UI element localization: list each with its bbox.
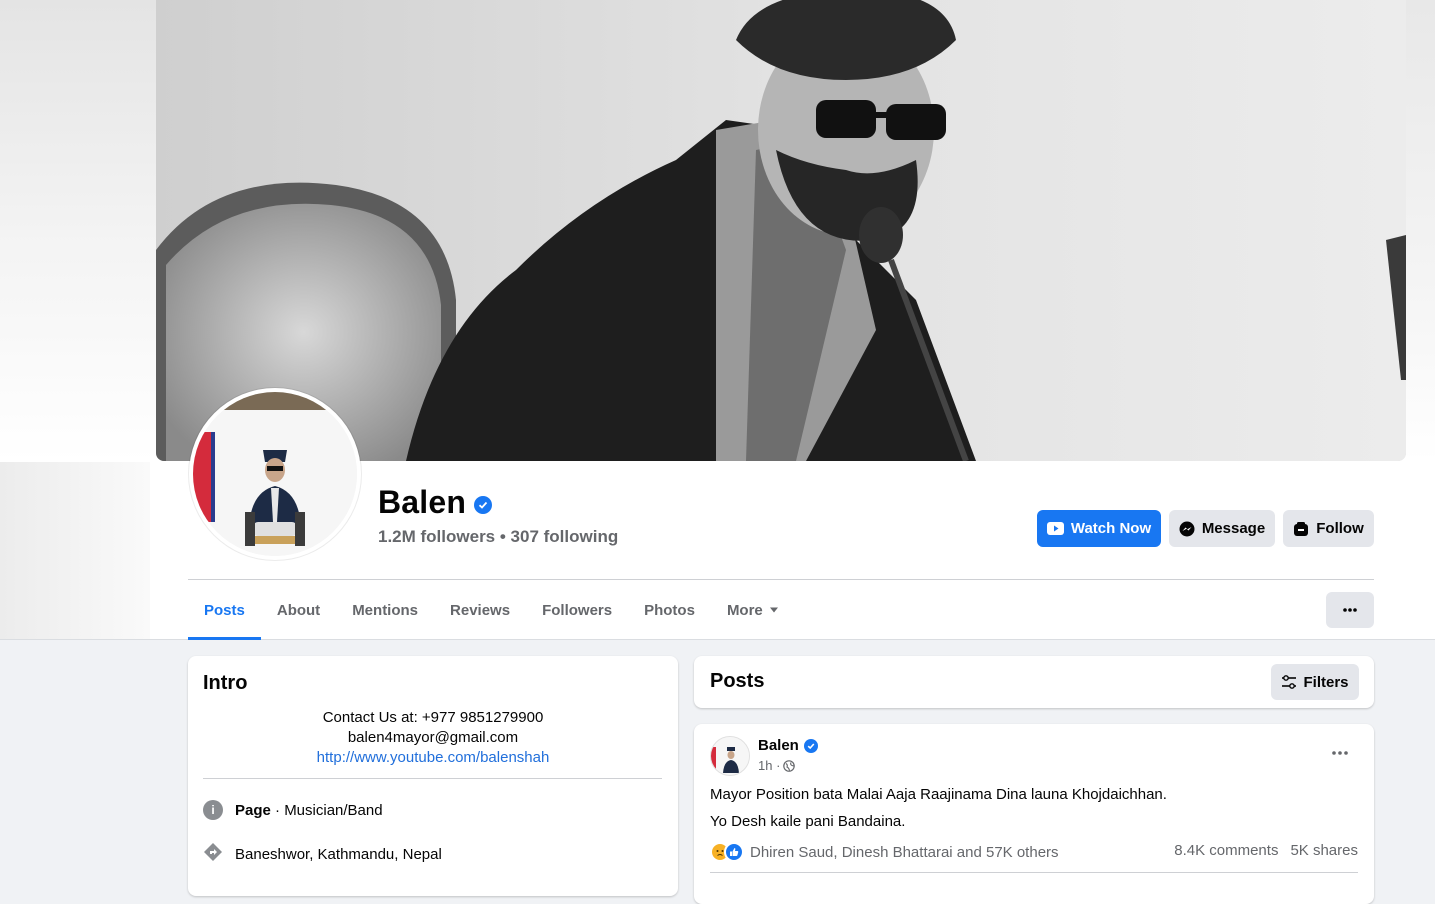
filters-icon [1282,675,1297,689]
posts-title: Posts [710,670,765,692]
shares-count[interactable]: 5K shares [1290,842,1358,859]
follow-button[interactable]: Follow [1283,510,1374,547]
intro-title: Intro [203,672,248,694]
intro-contact: Contact Us at: +977 9851279900 [322,709,544,726]
tab-posts[interactable]: Posts [188,580,261,640]
reaction-icons [710,842,744,862]
intro-divider [203,778,662,779]
tab-reviews[interactable]: Reviews [434,580,526,640]
verified-badge-icon [803,738,818,753]
messenger-icon [1179,521,1195,536]
intro-card: Intro Contact Us at: +977 9851279900 bal… [188,656,678,896]
post-card: Balen 1h · Mayor Position bata Malai Aaj… [694,724,1374,904]
intro-category-value: · Musician/Band [270,801,383,819]
tab-followers[interactable]: Followers [526,580,628,640]
posts-header-card: Posts Filters [694,656,1374,708]
intro-location: Baneshwor, Kathmandu, Nepal [203,842,442,866]
cover-backdrop-left [0,0,157,462]
filters-label: Filters [1303,673,1349,691]
intro-category-prefix: Page [235,801,271,819]
post-author-avatar[interactable] [710,736,750,776]
post-time[interactable]: 1h · [758,758,780,773]
directions-icon [203,842,223,866]
tab-about[interactable]: About [261,580,336,640]
watch-now-button[interactable]: Watch Now [1037,510,1161,547]
intro-email: balen4mayor@gmail.com [347,729,519,746]
page-title: Balen [378,484,493,521]
cover-backdrop-right [1406,0,1435,462]
post-text-line-2: Yo Desh kaile pani Bandaina. [710,813,906,830]
intro-location-text[interactable]: Baneshwor, Kathmandu, Nepal [235,846,442,863]
following-count[interactable]: 307 following [511,527,619,546]
caret-down-icon [769,607,778,613]
profile-tabs: Posts About Mentions Reviews Followers P… [188,580,795,640]
verified-badge-icon [474,495,493,514]
intro-category: i Page · Musician/Band [203,800,383,820]
globe-icon [783,759,796,772]
ellipsis-icon [1343,608,1357,612]
post-author[interactable]: Balen [758,737,818,754]
tab-mentions[interactable]: Mentions [336,580,434,640]
follow-stats: 1.2M followers • 307 following [378,527,618,547]
intro-bio: Contact Us at: +977 9851279900 balen4may… [203,708,663,768]
tab-more[interactable]: More [711,580,795,640]
tab-reviews-label: Reviews [450,601,511,619]
post-divider [710,872,1358,873]
stats-separator: • [495,527,511,546]
follow-label: Follow [1316,520,1364,537]
like-reaction-icon [724,842,744,862]
post-meta: 1h · [758,758,796,773]
filters-button[interactable]: Filters [1271,664,1359,700]
youtube-icon [1046,522,1064,535]
tab-photos-label: Photos [644,601,695,619]
tab-more-label: More [726,601,763,619]
post-options-icon[interactable] [1322,742,1358,764]
post-author-name[interactable]: Balen [758,737,799,754]
tab-photos[interactable]: Photos [628,580,711,640]
post-counts: 8.4K comments 5K shares [1174,842,1358,859]
intro-youtube-link[interactable]: http://www.youtube.com/balenshah [203,748,663,768]
tab-posts-label: Posts [204,601,245,619]
message-label: Message [1201,520,1266,537]
more-options-button[interactable] [1326,592,1374,628]
page-name-text: Balen [378,484,467,520]
tab-mentions-label: Mentions [352,601,419,619]
tab-about-label: About [276,601,321,619]
cover-photo[interactable] [156,0,1406,461]
reactors-text: Dhiren Saud, Dinesh Bhattarai and 57K ot… [750,843,1059,861]
follow-icon [1294,521,1309,536]
post-reactions[interactable]: Dhiren Saud, Dinesh Bhattarai and 57K ot… [710,842,1059,862]
info-icon: i [203,800,223,820]
profile-avatar[interactable] [189,388,361,560]
message-button[interactable]: Message [1169,510,1275,547]
followers-count[interactable]: 1.2M followers [378,527,495,546]
comments-count[interactable]: 8.4K comments [1174,842,1278,859]
watch-now-label: Watch Now [1070,520,1152,537]
post-text-line-1: Mayor Position bata Malai Aaja Raajinama… [710,786,1167,803]
tab-followers-label: Followers [542,601,613,619]
